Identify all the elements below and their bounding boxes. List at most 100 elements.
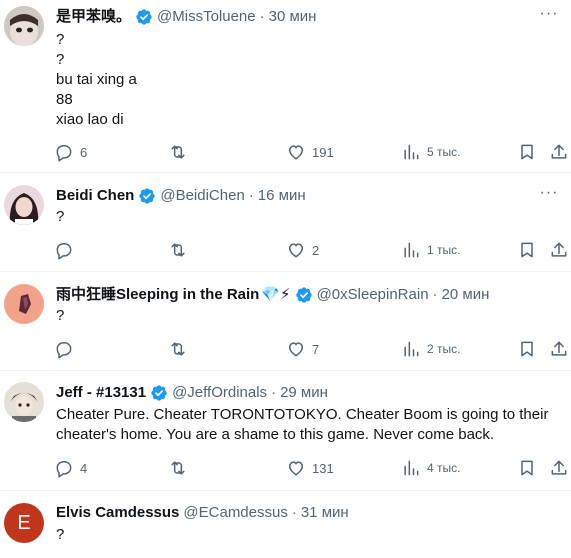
reply-count: 6 [80, 144, 88, 160]
tweet-text-line: Cheater Pure. Cheater TORONTOTOKYO. Chea… [56, 406, 549, 423]
tweet-text: ? ? bu tai xing a 88 xiao lao di [56, 30, 559, 130]
views-button[interactable]: 2 тыс. [401, 337, 460, 361]
views-button[interactable]: 1 тыс. [401, 238, 460, 262]
tweet-header: Elvis Camdessus @ECamdessus · 31 мин [56, 502, 543, 524]
like-icon [289, 243, 303, 258]
reply-button[interactable]: 6 [54, 140, 87, 164]
retweet-icon [171, 461, 185, 475]
user-handle[interactable]: @MissToluene [157, 7, 256, 27]
views-button[interactable]: 4 тыс. [401, 456, 460, 480]
like-icon [289, 342, 303, 357]
verified-badge-icon [136, 9, 152, 25]
display-name[interactable]: 雨中狂睡Sleeping in the Rain [56, 285, 259, 305]
bookmark-button[interactable] [517, 456, 537, 480]
tweet-header: Jeff - #13131 @JeffOrdinals · 29 мин [56, 382, 543, 404]
tweet-text-line: ? [56, 307, 65, 324]
display-name[interactable]: Beidi Chen [56, 186, 134, 206]
retweet-icon [171, 342, 185, 356]
separator-dot: · [432, 286, 438, 303]
like-count: 131 [312, 460, 334, 476]
bookmark-icon [521, 341, 533, 357]
retweet-button[interactable] [168, 456, 188, 480]
more-icon[interactable]: ··· [539, 6, 559, 27]
timestamp[interactable]: 30 мин [269, 7, 317, 27]
display-name[interactable]: Elvis Camdessus [56, 503, 179, 523]
timestamp[interactable]: 31 мин [301, 503, 349, 523]
retweet-icon [171, 243, 185, 257]
retweet-button[interactable] [168, 140, 188, 164]
display-name[interactable]: 是甲苯嗅。 [56, 7, 131, 27]
name-emoji: 💎⚡ [261, 286, 291, 303]
timestamp[interactable]: 29 мин [280, 383, 328, 403]
tweet[interactable]: 雨中狂睡Sleeping in the Rain 💎⚡ @0xSleepinRa… [0, 272, 571, 371]
reply-button[interactable] [54, 337, 74, 361]
share-icon [551, 144, 567, 159]
view-count: 2 тыс. [427, 342, 461, 356]
tweet[interactable]: Jeff - #13131 @JeffOrdinals · 29 мин Che… [0, 371, 571, 491]
share-button[interactable] [549, 238, 569, 262]
tweet-actions: 2 1 тыс. [54, 238, 571, 262]
user-handle[interactable]: @0xSleepinRain [317, 285, 429, 305]
verified-badge-icon [295, 287, 312, 303]
like-icon [289, 461, 303, 476]
tweet-text-line: bu tai xing a [56, 71, 137, 88]
retweet-button[interactable] [168, 337, 188, 361]
share-icon [551, 460, 567, 475]
reply-icon [56, 145, 72, 162]
tweet-header: 是甲苯嗅。 @MissToluene · 30 мин [56, 6, 543, 28]
user-handle[interactable]: @JeffOrdinals [172, 383, 267, 403]
separator-dot: · [291, 504, 297, 521]
retweet-button[interactable] [168, 238, 188, 262]
bookmark-button[interactable] [517, 140, 537, 164]
views-icon [404, 242, 419, 258]
more-icon[interactable]: ··· [539, 185, 559, 206]
avatar[interactable] [4, 382, 44, 422]
display-name[interactable]: Jeff - #13131 [56, 383, 146, 403]
share-icon [551, 341, 567, 356]
like-button[interactable]: 2 [286, 238, 319, 262]
avatar[interactable]: E [4, 503, 44, 543]
tweet[interactable]: Beidi Chen @BeidiChen · 16 мин ··· ? 2 1… [0, 173, 571, 272]
bookmark-icon [521, 460, 533, 476]
avatar[interactable] [4, 6, 44, 46]
tweet-text-line: ? [56, 208, 65, 225]
tweet[interactable]: 是甲苯嗅。 @MissToluene · 30 мин ··· ? ? bu t… [0, 0, 571, 173]
timestamp[interactable]: 16 мин [258, 186, 306, 206]
tweet-header: 雨中狂睡Sleeping in the Rain 💎⚡ @0xSleepinRa… [56, 284, 543, 306]
like-button[interactable]: 191 [286, 140, 334, 164]
views-icon [404, 341, 419, 357]
timestamp[interactable]: 20 мин [442, 285, 490, 305]
separator-dot: · [259, 8, 265, 25]
like-button[interactable]: 7 [286, 337, 319, 361]
like-count: 2 [312, 242, 320, 258]
avatar[interactable] [4, 185, 44, 225]
share-icon [551, 242, 567, 257]
separator-dot: · [271, 384, 277, 401]
tweet-text-line: ? [56, 526, 65, 543]
views-icon [404, 460, 419, 476]
tweet[interactable]: E Elvis Camdessus @ECamdessus · 31 мин ? [0, 491, 571, 558]
reply-button[interactable]: 4 [54, 456, 87, 480]
share-button[interactable] [549, 456, 569, 480]
reply-button[interactable] [54, 238, 74, 262]
bookmark-button[interactable] [517, 238, 537, 262]
reply-count: 4 [80, 460, 88, 476]
separator-dot: · [248, 187, 254, 204]
views-button[interactable]: 5 тыс. [401, 140, 460, 164]
verified-badge-icon [139, 188, 156, 204]
like-count: 191 [312, 144, 334, 160]
reply-icon [56, 243, 72, 260]
tweet-text-line: ? [56, 31, 65, 48]
reply-icon [56, 461, 72, 478]
share-button[interactable] [549, 140, 569, 164]
user-handle[interactable]: @BeidiChen [160, 186, 244, 206]
share-button[interactable] [549, 337, 569, 361]
tweet-text-line: 88 [56, 91, 73, 108]
avatar[interactable] [4, 284, 44, 324]
tweet-text: ? [56, 525, 559, 545]
user-handle[interactable]: @ECamdessus [183, 503, 287, 523]
tweet-actions: 4 131 4 тыс. [54, 456, 571, 480]
like-button[interactable]: 131 [286, 456, 334, 480]
view-count: 1 тыс. [427, 243, 461, 257]
bookmark-button[interactable] [517, 337, 537, 361]
